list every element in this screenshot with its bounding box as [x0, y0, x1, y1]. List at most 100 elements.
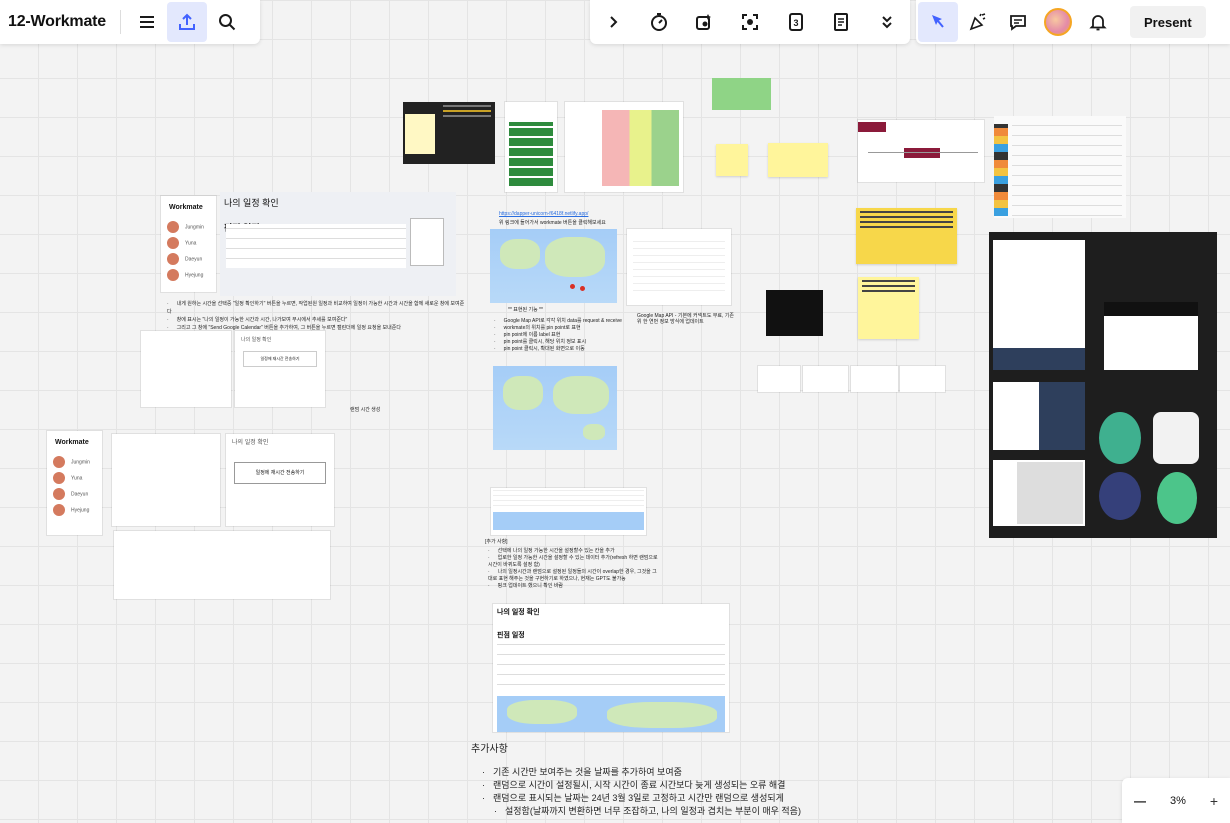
- world-map[interactable]: [490, 229, 617, 303]
- small-card[interactable]: [851, 366, 898, 392]
- frame-title: 나의 일정 확인: [224, 198, 279, 208]
- confirm-frame[interactable]: 나의 일정 확인 일정에 재시간 전송하기: [235, 331, 325, 407]
- extra-item: 핑크 업데이트 했으니 확인 바람: [488, 583, 658, 590]
- illustration-person: [1153, 412, 1199, 464]
- workmate-sidebar[interactable]: Workmate Jungmin Yuna Daeyun Hyejung: [161, 196, 216, 292]
- landmass: [500, 239, 540, 269]
- note-line: [860, 211, 953, 213]
- workmate-sidebar[interactable]: Workmate Jungmin Yuna Daeyun Hyejung: [47, 431, 102, 535]
- small-card[interactable]: [803, 366, 848, 392]
- map-pin[interactable]: [580, 286, 585, 291]
- flow-slide[interactable]: [858, 120, 984, 182]
- send-button[interactable]: 일정에 재시간 전송하기: [234, 462, 326, 484]
- avatar[interactable]: [1038, 2, 1078, 42]
- spreadsheet-colored[interactable]: [994, 116, 1126, 218]
- timetable-screenshot[interactable]: [505, 102, 557, 192]
- code-line: [443, 115, 491, 117]
- note-line: [860, 216, 953, 218]
- zoom-out-button[interactable]: —: [1134, 794, 1146, 808]
- user-item[interactable]: Yuna: [161, 235, 216, 251]
- user-item[interactable]: Hyejung: [47, 502, 102, 518]
- table-preview: [493, 490, 644, 510]
- zoom-level[interactable]: 3%: [1170, 795, 1186, 807]
- menu-icon[interactable]: [127, 2, 167, 42]
- api-doc-preview: [633, 235, 725, 297]
- user-item[interactable]: Daeyun: [161, 251, 216, 267]
- landmass: [545, 237, 605, 277]
- flow-line: [868, 152, 978, 153]
- search-icon[interactable]: [207, 2, 247, 42]
- brand-label: Workmate: [55, 439, 89, 446]
- note-item: 창에 표시는 "나의 일정이 가능한 시간과 시간, 나가보여 무시에서 추세를…: [167, 316, 467, 324]
- schedule-frame[interactable]: 나의 일정 확인 핀점 일정: [220, 192, 456, 296]
- zoom-controls: — 3% +: [1122, 778, 1230, 823]
- user-avatar: [53, 456, 65, 468]
- cursor-icon[interactable]: [918, 2, 958, 42]
- landmass: [607, 702, 717, 728]
- notes-icon[interactable]: [821, 2, 861, 42]
- landmass: [503, 376, 543, 410]
- extra-item: 나의 일정시간과 랜덤으로 설정된 일정들의 시간이 overlap한 경우, …: [488, 569, 658, 583]
- confirm-frame[interactable]: 나의 일정 확인 일정에 재시간 전송하기: [226, 434, 334, 526]
- user-item[interactable]: Daeyun: [47, 486, 102, 502]
- blank-frame[interactable]: [141, 331, 231, 407]
- countdown-icon[interactable]: 3: [776, 2, 816, 42]
- spreadsheet-screenshot[interactable]: [565, 102, 683, 192]
- user-item[interactable]: Hyejung: [161, 267, 216, 283]
- celebrate-icon[interactable]: [958, 2, 998, 42]
- sticky-note[interactable]: [768, 143, 828, 177]
- list-frame[interactable]: [112, 434, 220, 526]
- comment-icon[interactable]: [998, 2, 1038, 42]
- timer-icon[interactable]: [639, 2, 679, 42]
- screen-panel: [993, 382, 1039, 450]
- extra-title: [추가 사항]: [485, 539, 508, 545]
- note-line: [860, 221, 953, 223]
- preview-title: 나의 일정 확인: [497, 609, 540, 616]
- screen-map: [1017, 462, 1083, 524]
- design-frame[interactable]: [989, 232, 1217, 538]
- popup-preview: [410, 218, 444, 266]
- brand-label: Workmate: [169, 204, 203, 211]
- extra-item: 선택에 나의 일정 가능한 시간을 설정할수 있는 칸을 추가: [488, 548, 658, 555]
- table-preview-frame[interactable]: 나의 일정 확인 핀점 일정: [493, 604, 729, 732]
- user-item[interactable]: Jungmin: [47, 454, 102, 470]
- deploy-link[interactable]: https://dapper-unicorn-f6418f.netlify.ap…: [499, 211, 588, 217]
- export-icon[interactable]: [167, 2, 207, 42]
- present-button[interactable]: Present: [1130, 6, 1206, 38]
- sticky-note[interactable]: [858, 277, 919, 339]
- extra-list: 선택에 나의 일정 가능한 시간을 설정할수 있는 칸을 추가 업로한 일정 가…: [488, 548, 658, 590]
- focus-icon[interactable]: [730, 2, 770, 42]
- map-table-screenshot[interactable]: [491, 488, 646, 535]
- extra-item: 업로한 일정 가능한 시간을 설정할 수 있는 데이터 추가(refresh 하…: [488, 555, 658, 569]
- color-legend: [994, 124, 1008, 216]
- small-card[interactable]: [900, 366, 945, 392]
- chevron-right-icon[interactable]: [593, 2, 633, 42]
- code-screenshot[interactable]: [403, 102, 495, 164]
- sticky-note[interactable]: [716, 144, 748, 176]
- random-label: 랜덤 시간 생성: [350, 407, 381, 413]
- shapes-icon[interactable]: [684, 2, 724, 42]
- user-item[interactable]: Jungmin: [161, 219, 216, 235]
- user-item[interactable]: Yuna: [47, 470, 102, 486]
- preview-map: [497, 696, 725, 732]
- chevrons-down-icon[interactable]: [867, 2, 907, 42]
- addition-item: 설정함(날짜까지 변환하면 너무 조잡하고, 나의 일정과 겹치는 부분이 매우…: [482, 805, 812, 818]
- map-pin[interactable]: [570, 284, 575, 289]
- sticky-note-green[interactable]: [712, 78, 771, 110]
- board-title[interactable]: 12-Workmate: [4, 13, 114, 31]
- notes-main: 내게 원하는 시간을 선택중 "일정 확인하기" 버튼을 누르면, 작업된원 일…: [167, 300, 467, 332]
- world-map[interactable]: [493, 366, 617, 450]
- divider: [120, 10, 121, 34]
- sticky-note-orange[interactable]: [856, 208, 957, 264]
- user-avatar: [53, 504, 65, 516]
- dark-image[interactable]: [766, 290, 823, 336]
- note-line: [862, 290, 915, 292]
- google-map-screenshot[interactable]: [627, 229, 731, 305]
- small-card[interactable]: [758, 366, 800, 392]
- bell-icon[interactable]: [1078, 2, 1118, 42]
- blank-frame[interactable]: [114, 531, 330, 599]
- note-line: [862, 280, 915, 282]
- send-button[interactable]: 일정에 재시간 전송하기: [243, 351, 317, 367]
- zoom-in-button[interactable]: +: [1210, 793, 1218, 809]
- screen-header: [1104, 302, 1198, 316]
